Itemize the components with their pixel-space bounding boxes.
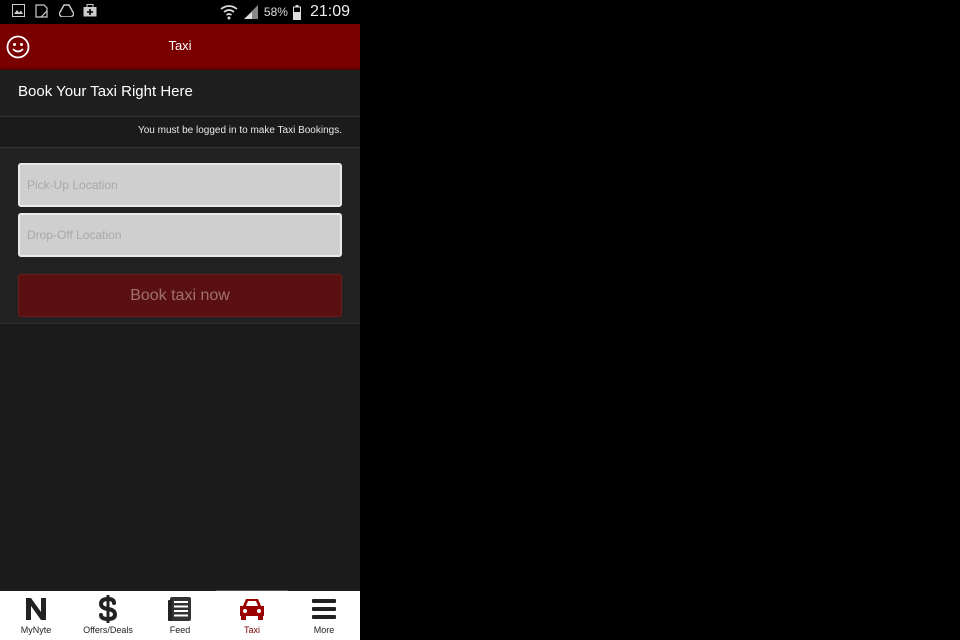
book-taxi-button[interactable]: Book taxi now xyxy=(18,274,342,317)
booking-form: Book taxi now xyxy=(0,148,360,324)
phone-screen: 58% 21:09 Taxi Book Your Taxi Right Here… xyxy=(0,0,360,640)
nav-label: Offers/Deals xyxy=(83,625,133,635)
login-notice: You must be logged in to make Taxi Booki… xyxy=(137,125,342,136)
nav-item-more[interactable]: More xyxy=(288,591,360,640)
clock: 21:09 xyxy=(309,3,350,20)
nav-item-taxi[interactable]: Taxi xyxy=(216,591,288,640)
signal-icon xyxy=(243,5,258,19)
nav-item-offers[interactable]: Offers/Deals xyxy=(72,591,144,640)
drive-icon xyxy=(59,4,74,17)
page-title: Taxi xyxy=(168,38,192,53)
nav-item-feed[interactable]: Feed xyxy=(144,591,216,640)
battery-percent: 58% xyxy=(263,5,288,19)
status-right: 58% 21:09 xyxy=(220,0,350,24)
dropoff-location-input[interactable] xyxy=(18,213,342,257)
car-icon xyxy=(240,599,264,620)
status-bar: 58% 21:09 xyxy=(0,0,360,24)
nav-label: MyNyte xyxy=(20,625,52,635)
nav-item-mynyte[interactable]: MyNyte xyxy=(0,591,72,640)
section-heading: Book Your Taxi Right Here xyxy=(18,83,193,100)
bottom-nav: MyNyte Offers/Deals Feed Taxi More xyxy=(0,591,360,640)
n-logo-icon xyxy=(26,598,46,620)
nav-label: Taxi xyxy=(243,625,260,635)
wifi-icon xyxy=(220,5,238,20)
dollar-icon xyxy=(98,595,118,623)
heading-section: Book Your Taxi Right Here xyxy=(0,70,360,117)
image-icon xyxy=(12,4,25,17)
notice-section: You must be logged in to make Taxi Booki… xyxy=(0,117,360,148)
pickup-location-input[interactable] xyxy=(18,163,342,207)
app-bar: Taxi xyxy=(0,24,360,70)
bag-icon xyxy=(83,4,97,17)
feed-icon xyxy=(168,597,191,621)
battery-icon xyxy=(292,4,301,20)
nav-label: More xyxy=(313,625,335,635)
sd-card-icon xyxy=(35,4,48,18)
menu-icon xyxy=(312,599,336,619)
nav-label: Feed xyxy=(169,625,191,635)
